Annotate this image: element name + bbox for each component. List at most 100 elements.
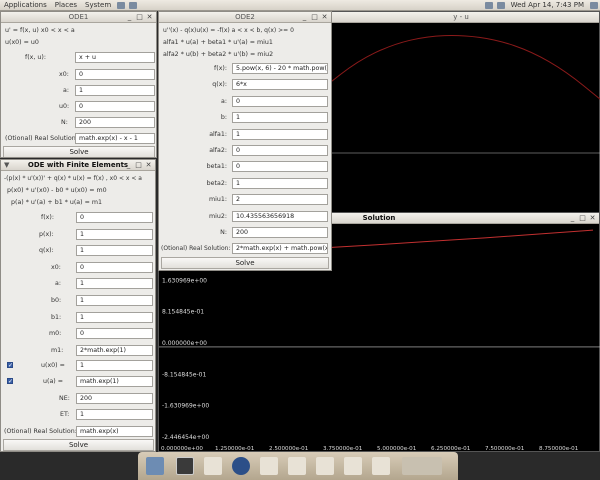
- x0-input[interactable]: 0: [75, 69, 155, 80]
- browser-icon[interactable]: [232, 457, 250, 475]
- ne-input[interactable]: 200: [76, 393, 153, 404]
- ode2-row-input[interactable]: 200: [232, 227, 328, 238]
- fe-row-input[interactable]: 1: [76, 228, 153, 240]
- ode2-row-label: miu2:: [208, 212, 227, 220]
- minimize-icon[interactable]: _: [569, 214, 576, 223]
- equation-line: p(a) * u'(a) + b1 * u(a) = m1: [11, 199, 103, 206]
- plot-window-error: y - u: [322, 11, 600, 216]
- ode2-row-label: b:: [220, 114, 227, 122]
- fe-row-input[interactable]: 1: [76, 295, 153, 306]
- ode2-row-input[interactable]: 1: [232, 128, 328, 140]
- maximize-icon[interactable]: □: [311, 13, 318, 22]
- ode2-row-input[interactable]: 0: [232, 95, 328, 107]
- ode2-row-input[interactable]: 10.435563656918: [232, 210, 328, 222]
- equation-line: u(x0) = u0: [5, 39, 39, 46]
- ode2-row-label: q(x):: [212, 81, 227, 89]
- solve-button[interactable]: Solve: [3, 439, 154, 451]
- window-thumbnail-icon[interactable]: [204, 457, 222, 475]
- ux0-input[interactable]: 1: [76, 360, 153, 371]
- fe-row-input[interactable]: 1: [76, 278, 153, 290]
- et-label: ET:: [60, 411, 70, 418]
- power-icon[interactable]: [590, 1, 598, 9]
- ode2-row-label: beta2:: [206, 179, 227, 187]
- ode2-row-input[interactable]: 6*x: [232, 79, 328, 91]
- ode2-window: ODE2 _ □ ✕ u''(x) - q(x)u(x) = -f(x) a < x…: [158, 11, 332, 271]
- x0-label: x0:: [59, 71, 69, 78]
- fe-row-label: a:: [55, 280, 61, 288]
- ode2-row-input[interactable]: 1: [232, 177, 328, 189]
- network-icon[interactable]: [484, 1, 493, 9]
- minimize-icon[interactable]: _: [126, 13, 133, 22]
- ode2-row-label: beta1:: [206, 163, 227, 171]
- minimize-icon[interactable]: _: [125, 161, 132, 170]
- u0-input[interactable]: 0: [75, 101, 155, 112]
- desktop-icon[interactable]: [146, 457, 164, 475]
- ux0-label: u(x0) =: [41, 362, 65, 369]
- fe-row-label: f(x):: [41, 214, 54, 221]
- ode2-row-input[interactable]: 2: [232, 194, 328, 206]
- ne-label: NE:: [59, 395, 70, 402]
- window-thumbnail-icon[interactable]: [260, 457, 278, 475]
- dock: [138, 452, 458, 480]
- et-input[interactable]: 1: [76, 409, 153, 420]
- ode2-row-input[interactable]: 5.pow(x, 6) - 20 * math.pow(x, 3): [232, 63, 328, 74]
- maximize-icon[interactable]: □: [135, 161, 142, 170]
- close-icon[interactable]: ✕: [146, 13, 153, 22]
- real-solution-input[interactable]: 2*math.exp(x) + math.pow(x, 5): [232, 243, 328, 254]
- fe-row-label: m0:: [49, 330, 62, 338]
- close-icon[interactable]: ✕: [589, 214, 596, 223]
- terminal-icon[interactable]: [176, 457, 194, 475]
- ode2-row-input[interactable]: 1: [232, 112, 328, 124]
- solve-button[interactable]: Solve: [161, 257, 329, 269]
- window-thumbnail-icon[interactable]: [372, 457, 390, 475]
- minimize-icon[interactable]: _: [301, 13, 308, 22]
- fe-row-input[interactable]: 0: [76, 261, 153, 273]
- y-tick-label: -1.630969e+00: [162, 403, 209, 410]
- ua-input[interactable]: math.exp(1): [76, 376, 153, 387]
- fe-row-input[interactable]: 1: [76, 245, 153, 257]
- browser-icon[interactable]: [117, 1, 126, 9]
- ua-checkbox[interactable]: ✓: [7, 378, 13, 385]
- ua-label: u(a) =: [43, 378, 64, 385]
- f-input[interactable]: x + u: [75, 52, 155, 63]
- equation-line: p(x0) * u'(x0) - b0 * u(x0) = m0: [7, 187, 107, 194]
- window-thumbnail-icon[interactable]: [344, 457, 362, 475]
- ode2-row-input[interactable]: 0: [232, 161, 328, 173]
- ode2-row-input[interactable]: 0: [232, 145, 328, 156]
- help-icon[interactable]: [129, 1, 138, 9]
- top-panel: Applications Places System Wed Apr 14, 7…: [0, 0, 600, 11]
- x-tick-label: 8.750000e-01: [539, 446, 579, 452]
- equation-line: u''(x) - q(x)u(x) = -f(x) a < x < b, q(x…: [163, 27, 294, 34]
- n-input[interactable]: 200: [75, 117, 155, 128]
- real-solution-input[interactable]: math.exp(x): [76, 426, 153, 437]
- n-label: N:: [61, 119, 68, 126]
- system-menu[interactable]: System: [81, 1, 115, 9]
- maximize-icon[interactable]: □: [579, 214, 586, 223]
- fe-row-label: q(x):: [39, 247, 54, 255]
- fe-row-input[interactable]: 1: [76, 311, 153, 323]
- real-solution-label: (Otional) Real Solution:: [161, 245, 231, 252]
- fe-row-label: b0:: [51, 297, 62, 304]
- a-input[interactable]: 1: [75, 85, 155, 96]
- ode1-window: ODE1 _ □ ✕ u' = f(x, u) x0 < x < a u(x0) =…: [0, 11, 157, 158]
- applications-menu[interactable]: Applications: [0, 1, 51, 9]
- window-thumbnail-icon[interactable]: [288, 457, 306, 475]
- real-solution-input[interactable]: math.exp(x) - x - 1: [75, 133, 155, 144]
- trash-icon[interactable]: [402, 457, 442, 475]
- fe-row-input[interactable]: 0: [76, 328, 153, 340]
- volume-icon[interactable]: [496, 1, 505, 9]
- ode2-row-label: alfa2:: [209, 147, 227, 154]
- fe-row-input[interactable]: 2*math.exp(1): [76, 344, 153, 356]
- solve-button[interactable]: Solve: [3, 146, 155, 157]
- window-thumbnail-icon[interactable]: [316, 457, 334, 475]
- f-label: f(x, u):: [25, 54, 46, 61]
- clock[interactable]: Wed Apr 14, 7:43 PM: [507, 1, 588, 9]
- ux0-checkbox[interactable]: ✓: [7, 362, 13, 369]
- fe-window: ▼ ODE with Finite Elements _ □ ✕ -(p(x) * …: [0, 159, 156, 452]
- places-menu[interactable]: Places: [51, 1, 81, 9]
- close-icon[interactable]: ✕: [145, 161, 152, 170]
- equation-line: -(p(x) * u'(x))' + q(x) * u(x) = f(x) , …: [4, 175, 142, 182]
- maximize-icon[interactable]: □: [136, 13, 143, 22]
- close-icon[interactable]: ✕: [321, 13, 328, 22]
- fe-row-input[interactable]: 0: [76, 212, 153, 223]
